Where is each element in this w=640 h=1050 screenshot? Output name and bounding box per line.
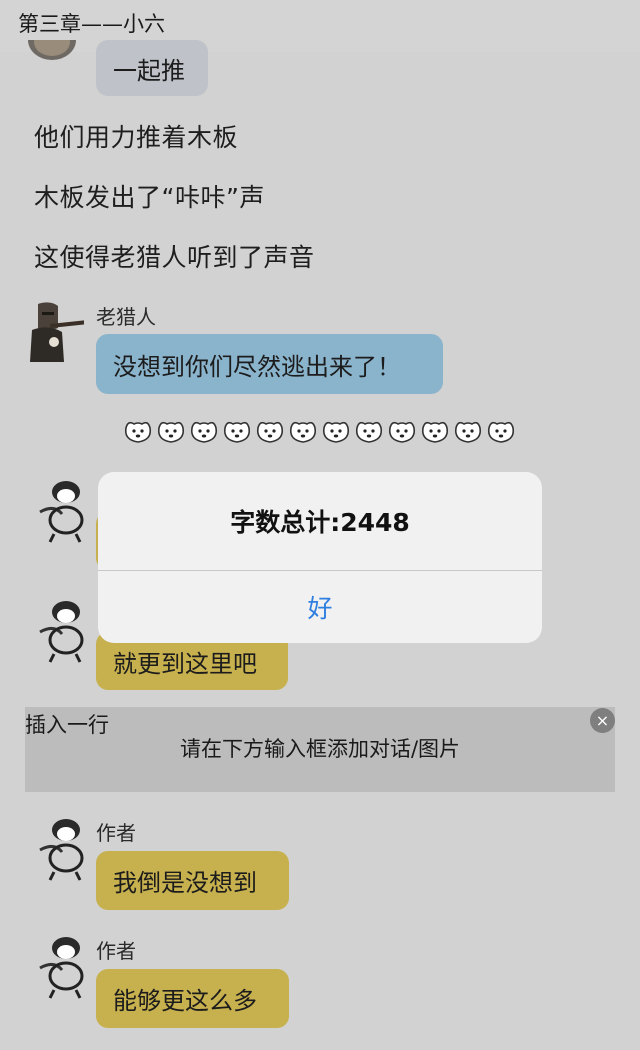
- emoji-divider: [122, 418, 518, 448]
- speaker-name: 老猎人: [96, 305, 156, 329]
- message-bubble[interactable]: 我倒是没想到: [96, 851, 289, 910]
- insert-row-hint: 请在下方输入框添加对话/图片: [179, 737, 461, 761]
- word-count-dialog: 字数总计:2448 好: [98, 472, 542, 643]
- avatar-author[interactable]: [32, 596, 96, 664]
- avatar[interactable]: [24, 40, 80, 66]
- speaker-name: 作者: [96, 939, 136, 963]
- narration-line[interactable]: 木板发出了“咔咔”声: [34, 178, 265, 214]
- message-bubble[interactable]: 没想到你们尽然逃出来了！: [96, 334, 443, 394]
- avatar-hunter[interactable]: [20, 298, 84, 366]
- dog-face-icon: [254, 418, 286, 448]
- message-text: 就更到这里吧: [113, 649, 257, 678]
- dog-face-icon: [188, 418, 220, 448]
- chapter-title: 第三章——小六: [18, 12, 165, 36]
- dialog-message: 字数总计:2448: [230, 508, 410, 537]
- dog-face-icon: [122, 418, 154, 448]
- narration-line[interactable]: 这使得老猎人听到了声音: [34, 238, 315, 274]
- dog-face-icon: [320, 418, 352, 448]
- speaker-name: 作者: [96, 821, 136, 845]
- close-icon[interactable]: ×: [590, 708, 615, 733]
- message-text: 能够更这么多: [113, 987, 257, 1015]
- dog-face-icon: [221, 418, 253, 448]
- dog-face-icon: [386, 418, 418, 448]
- dog-face-icon: [287, 418, 319, 448]
- avatar-author[interactable]: [32, 814, 96, 882]
- message-text: 没想到你们尽然逃出来了！: [113, 352, 401, 381]
- message-bubble[interactable]: 能够更这么多: [96, 969, 289, 1028]
- avatar-author[interactable]: [32, 476, 96, 544]
- avatar-author[interactable]: [32, 932, 96, 1000]
- dog-face-icon: [485, 418, 517, 448]
- insert-row-panel[interactable]: 插入一行 请在下方输入框添加对话/图片 ×: [25, 707, 615, 792]
- dog-face-icon: [155, 418, 187, 448]
- dog-face-icon: [452, 418, 484, 448]
- chapter-header: 第三章——小六: [0, 0, 640, 52]
- message-text: 一起推: [113, 56, 185, 85]
- dog-face-icon: [353, 418, 385, 448]
- message-bubble[interactable]: 一起推: [96, 40, 208, 96]
- message-text: 我倒是没想到: [113, 869, 257, 897]
- narration-line[interactable]: 他们用力推着木板: [34, 118, 238, 154]
- dialog-ok-button[interactable]: 好: [98, 571, 542, 643]
- dog-face-icon: [419, 418, 451, 448]
